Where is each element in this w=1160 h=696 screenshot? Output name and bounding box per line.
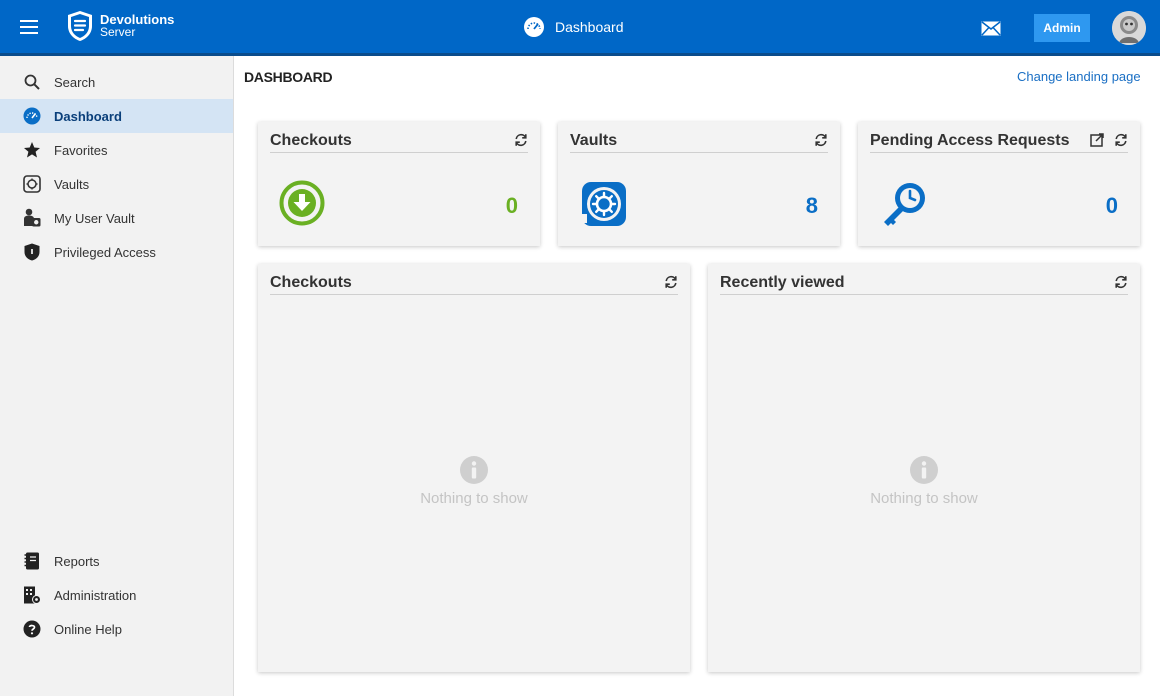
brand-logo[interactable]: Devolutions Server <box>66 10 174 42</box>
checkouts-widget: Checkouts 0 <box>258 122 540 246</box>
star-icon <box>22 140 42 160</box>
page-title: DASHBOARD <box>244 69 333 85</box>
access-key-clock-icon <box>884 183 925 226</box>
refresh-icon[interactable] <box>1114 275 1128 289</box>
widget-title: Vaults <box>570 131 618 149</box>
pending-requests-count: 0 <box>1105 193 1118 218</box>
sidebar-item-label: Administration <box>54 587 137 603</box>
help-icon <box>22 619 42 639</box>
sidebar-item-my-user-vault[interactable]: My User Vault <box>0 201 233 235</box>
checkouts-count: 0 <box>505 193 518 218</box>
vaults-widget: Vaults 8 <box>558 122 840 246</box>
dashboard-gauge-icon <box>524 17 544 37</box>
menu-icon[interactable] <box>20 20 38 34</box>
vault-safe-icon <box>580 182 626 226</box>
sidebar-item-reports[interactable]: Reports <box>0 544 233 578</box>
pending-access-requests-widget: Pending Access Requests 0 <box>858 122 1140 246</box>
brand-subname: Server <box>100 25 136 39</box>
dashboard-icon <box>22 106 42 126</box>
change-landing-page-link[interactable]: Change landing page <box>1017 69 1141 84</box>
sidebar-item-vaults[interactable]: Vaults <box>0 167 233 201</box>
refresh-icon[interactable] <box>814 133 828 147</box>
empty-state: Nothing to show <box>258 456 690 507</box>
devolutions-logo-icon <box>68 11 92 41</box>
panel-title: Recently viewed <box>720 273 845 291</box>
sidebar-item-search[interactable]: Search <box>0 65 233 99</box>
checkout-download-icon <box>279 180 325 226</box>
avatar[interactable] <box>1112 11 1146 45</box>
info-icon <box>910 456 938 484</box>
empty-state-text: Nothing to show <box>420 490 528 507</box>
sidebar-item-dashboard[interactable]: Dashboard <box>0 99 233 133</box>
reports-icon <box>22 551 42 571</box>
sidebar-item-label: Dashboard <box>54 108 122 124</box>
panel-title: Checkouts <box>270 273 352 291</box>
sidebar-item-label: Online Help <box>54 621 122 637</box>
mail-icon[interactable] <box>981 21 1001 36</box>
page-header: Dashboard <box>523 16 624 38</box>
refresh-icon[interactable] <box>664 275 678 289</box>
sidebar-item-label: Privileged Access <box>54 244 156 260</box>
admin-button[interactable]: Admin <box>1034 14 1090 42</box>
empty-state: Nothing to show <box>708 456 1140 507</box>
refresh-icon[interactable] <box>1114 133 1128 147</box>
sidebar: Search Dashboard Favorites Vaults My Use… <box>0 56 234 696</box>
vaults-count: 8 <box>805 193 818 218</box>
sidebar-item-privileged-access[interactable]: Privileged Access <box>0 235 233 269</box>
search-icon <box>22 72 42 92</box>
page-header-title: Dashboard <box>555 19 624 35</box>
sidebar-item-label: Reports <box>54 553 100 569</box>
checkouts-panel: Checkouts Nothing to show <box>258 264 690 672</box>
widget-title: Pending Access Requests <box>870 131 1070 149</box>
sidebar-item-favorites[interactable]: Favorites <box>0 133 233 167</box>
open-external-icon[interactable] <box>1090 133 1104 147</box>
sidebar-item-label: Search <box>54 74 96 90</box>
sidebar-item-label: My User Vault <box>54 210 135 226</box>
widget-title: Checkouts <box>270 131 352 149</box>
info-icon <box>460 456 488 484</box>
shield-icon <box>22 242 42 262</box>
recently-viewed-panel: Recently viewed Nothing to show <box>708 264 1140 672</box>
sidebar-item-label: Favorites <box>54 142 108 158</box>
sidebar-item-administration[interactable]: Administration <box>0 578 233 612</box>
empty-state-text: Nothing to show <box>870 490 978 507</box>
user-avatar-icon <box>1112 11 1146 45</box>
sidebar-item-label: Vaults <box>54 176 90 192</box>
administration-icon <box>22 585 42 605</box>
vault-icon <box>22 174 42 194</box>
user-vault-icon <box>22 208 42 228</box>
refresh-icon[interactable] <box>514 133 528 147</box>
sidebar-item-online-help[interactable]: Online Help <box>0 612 233 646</box>
top-bar: Devolutions Server Dashboard Admin <box>0 0 1160 56</box>
